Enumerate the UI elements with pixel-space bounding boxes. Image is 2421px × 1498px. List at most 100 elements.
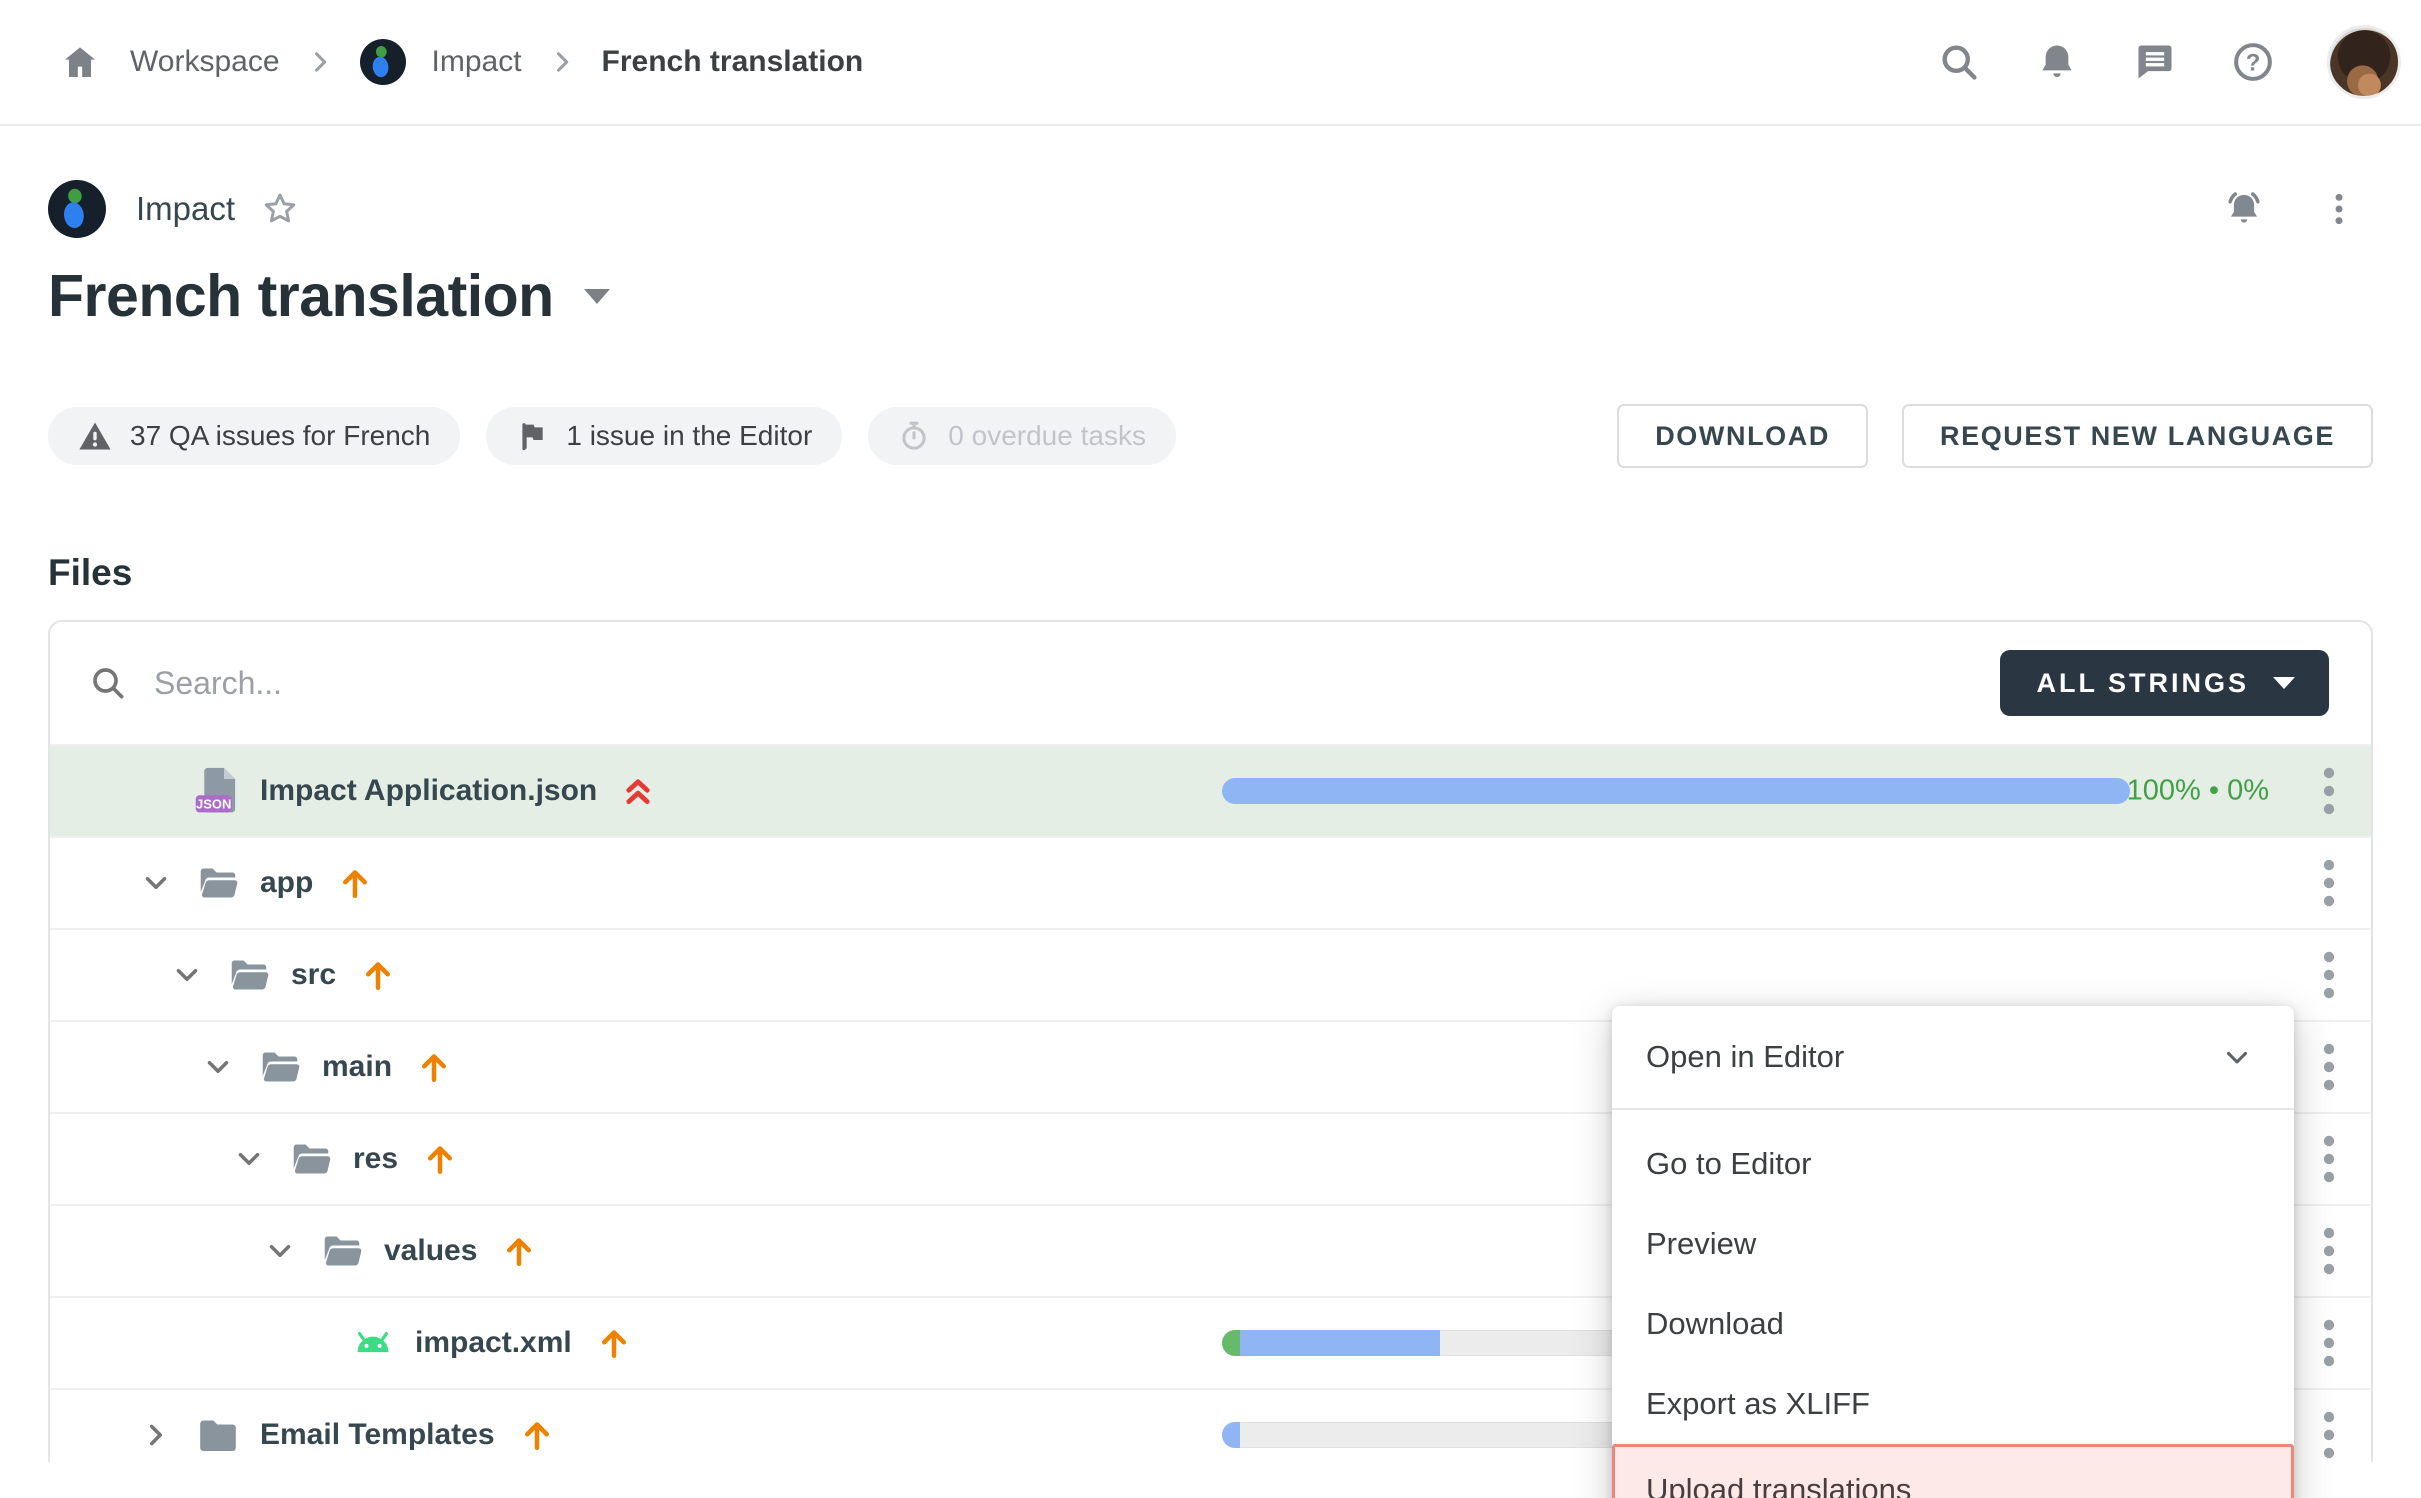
row-kebab-menu-icon[interactable] — [2309, 1131, 2349, 1187]
menu-item-go-to-editor[interactable]: Go to Editor — [1612, 1124, 2294, 1204]
upload-arrow-icon — [337, 865, 373, 901]
filter-label: ALL STRINGS — [2036, 668, 2249, 699]
help-icon[interactable]: ? — [2229, 38, 2277, 86]
status-chip-0[interactable]: 37 QA issues for French — [48, 407, 460, 465]
menu-primary-label: Open in Editor — [1646, 1039, 1844, 1075]
row-kebab-menu-icon[interactable] — [2309, 1407, 2349, 1462]
page-title: French translation — [48, 262, 554, 330]
page-content: Impact French translation 37 QA issues f… — [0, 180, 2421, 1462]
breadcrumb-workspace[interactable]: Workspace — [130, 45, 280, 79]
project-name: Impact — [136, 190, 235, 228]
progress-reviewed-segment — [1222, 1330, 1240, 1356]
folder-open-icon — [287, 1139, 335, 1179]
menu-item-export-as-xliff[interactable]: Export as XLIFF — [1612, 1364, 2294, 1444]
chevron-down-icon[interactable] — [231, 1142, 267, 1176]
project-actions — [2221, 186, 2373, 232]
file-name: main — [322, 1050, 392, 1084]
android-file-icon — [349, 1323, 397, 1363]
svg-text:?: ? — [2246, 49, 2261, 76]
download-button[interactable]: DOWNLOAD — [1617, 404, 1868, 468]
progress-translated-segment — [1222, 778, 2130, 804]
chevron-down-icon[interactable] — [169, 958, 205, 992]
file-name: Impact Application.json — [260, 774, 597, 808]
home-icon[interactable] — [56, 38, 104, 86]
breadcrumb: Workspace Impact French translation — [56, 38, 863, 86]
chip-label: 37 QA issues for French — [130, 420, 430, 452]
chevron-down-icon — [2220, 1040, 2254, 1074]
folder-icon — [194, 1415, 242, 1455]
row-kebab-menu-icon[interactable] — [2309, 1039, 2349, 1095]
title-row: French translation — [48, 262, 2373, 330]
breadcrumb-separator-icon — [548, 48, 576, 76]
chevron-down-icon[interactable] — [138, 866, 174, 900]
files-section-heading: Files — [48, 552, 2373, 594]
upload-arrow-icon — [596, 1325, 632, 1361]
folder-open-icon — [194, 863, 242, 903]
priority-high-icon — [621, 772, 655, 810]
flag-icon — [516, 419, 548, 453]
file-name: src — [291, 958, 336, 992]
chevron-down-icon — [2273, 677, 2295, 689]
menu-item-open-in-editor[interactable]: Open in Editor — [1612, 1006, 2294, 1108]
menu-item-download[interactable]: Download — [1612, 1284, 2294, 1364]
top-navbar: Workspace Impact French translation ? — [0, 0, 2421, 126]
file-name: impact.xml — [415, 1326, 572, 1360]
file-name: Email Templates — [260, 1418, 495, 1452]
menu-item-preview[interactable]: Preview — [1612, 1204, 2294, 1284]
row-kebab-menu-icon[interactable] — [2309, 947, 2349, 1003]
upload-arrow-icon — [501, 1233, 537, 1269]
search-icon[interactable] — [1935, 38, 1983, 86]
upload-arrow-icon — [416, 1049, 452, 1085]
upload-arrow-icon — [360, 957, 396, 993]
menu-item-upload-translations[interactable]: Upload translations — [1612, 1444, 2294, 1498]
row-kebab-menu-icon[interactable] — [2309, 855, 2349, 911]
file-name: values — [384, 1234, 477, 1268]
search-icon — [88, 663, 128, 703]
row-kebab-menu-icon[interactable] — [2309, 1223, 2349, 1279]
chevron-down-icon[interactable] — [262, 1234, 298, 1268]
warning-icon — [78, 420, 112, 452]
row-kebab-menu-icon[interactable] — [2309, 763, 2349, 819]
breadcrumb-separator-icon — [306, 48, 334, 76]
file-context-menu: Open in Editor Go to EditorPreviewDownlo… — [1612, 1006, 2294, 1498]
request-new-language-button[interactable]: REQUEST NEW LANGUAGE — [1902, 404, 2373, 468]
timer-icon — [898, 419, 930, 453]
chip-label: 0 overdue tasks — [948, 420, 1146, 452]
chat-icon[interactable] — [2131, 38, 2179, 86]
project-kebab-menu-icon[interactable] — [2319, 189, 2359, 229]
progress-percent: 100% • 0% — [2127, 775, 2269, 808]
folder-row-app[interactable]: app — [50, 836, 2371, 928]
chevron-right-icon[interactable] — [138, 1418, 174, 1452]
notification-settings-bell-icon[interactable] — [2221, 186, 2267, 232]
navbar-actions: ? — [1935, 25, 2401, 99]
project-logo — [48, 180, 106, 238]
svg-text:JSON: JSON — [196, 797, 231, 812]
folder-open-icon — [256, 1047, 304, 1087]
json-file-icon: JSON — [194, 764, 242, 818]
favorite-star-icon[interactable] — [261, 190, 299, 228]
progress-translated-segment — [1222, 1422, 1240, 1448]
upload-arrow-icon — [519, 1417, 555, 1453]
search-input[interactable] — [154, 665, 1974, 702]
folder-open-icon — [225, 955, 273, 995]
folder-open-icon — [318, 1231, 366, 1271]
chevron-down-icon[interactable] — [200, 1050, 236, 1084]
status-chips-row: 37 QA issues for French 1 issue in the Ed… — [48, 404, 2373, 468]
breadcrumb-current-page: French translation — [602, 45, 864, 79]
status-chip-1[interactable]: 1 issue in the Editor — [486, 407, 842, 465]
menu-items: Go to EditorPreviewDownloadExport as XLI… — [1612, 1110, 2294, 1444]
file-row-impact-application-json[interactable]: JSON Impact Application.json 100% • 0% — [50, 744, 2371, 836]
title-dropdown-caret-icon[interactable] — [584, 289, 610, 304]
breadcrumb-project[interactable]: Impact — [432, 45, 522, 79]
all-strings-filter-button[interactable]: ALL STRINGS — [2000, 650, 2329, 716]
row-kebab-menu-icon[interactable] — [2309, 1315, 2349, 1371]
upload-arrow-icon — [422, 1141, 458, 1177]
user-avatar[interactable] — [2327, 25, 2401, 99]
header-buttons: DOWNLOAD REQUEST NEW LANGUAGE — [1617, 404, 2373, 468]
project-header: Impact — [48, 180, 2373, 238]
notifications-bell-icon[interactable] — [2033, 38, 2081, 86]
files-toolbar: ALL STRINGS — [50, 622, 2371, 744]
status-chip-2: 0 overdue tasks — [868, 407, 1176, 465]
progress-translated-segment — [1240, 1330, 1440, 1356]
file-name: res — [353, 1142, 398, 1176]
